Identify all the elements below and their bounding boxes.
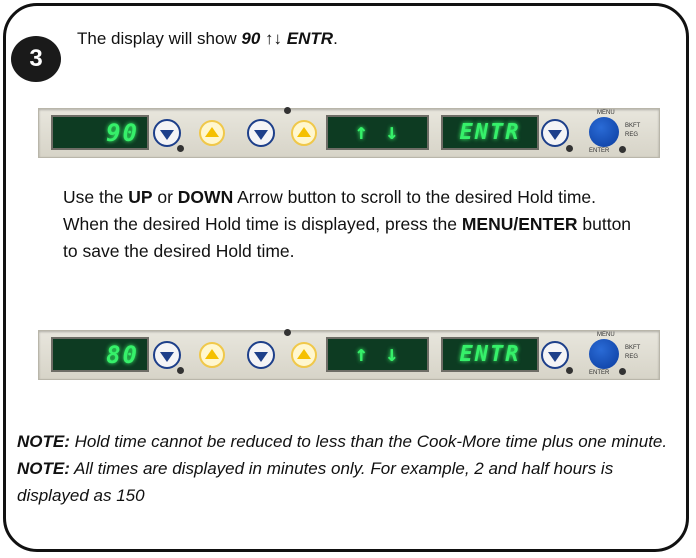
menu-enter-keyword: MENU/ENTER xyxy=(461,214,578,234)
step-number: 3 xyxy=(29,45,43,72)
number-display: 80 xyxy=(51,337,149,372)
note-text: Hold time cannot be reduced to less than… xyxy=(69,432,668,451)
status-led xyxy=(284,329,291,336)
down-arrow-button[interactable] xyxy=(247,119,275,147)
step-text-suffix: . xyxy=(333,29,338,48)
down-arrow-button[interactable] xyxy=(247,341,275,369)
up-arrow-button[interactable] xyxy=(291,120,317,146)
bkft-label: BKFT xyxy=(625,123,641,129)
status-led xyxy=(619,368,626,375)
menu-enter-button[interactable] xyxy=(589,339,619,369)
down-arrow-button[interactable] xyxy=(153,341,181,369)
down-arrow-button[interactable] xyxy=(541,119,569,147)
step-code-number: 90 xyxy=(241,29,261,48)
menu-label: MENU xyxy=(597,332,615,338)
status-led xyxy=(619,146,626,153)
status-led xyxy=(566,367,573,374)
up-keyword: UP xyxy=(128,187,153,207)
status-led xyxy=(566,145,573,152)
status-led xyxy=(177,145,184,152)
instr-text: or xyxy=(152,187,178,207)
enter-label: ENTER xyxy=(589,370,610,376)
control-panel-after: 80 ↑ ↓ ENTR MENU BKFT REG ENTER xyxy=(38,329,660,380)
text-display: ENTR xyxy=(441,337,539,372)
control-panel-before: 90 ↑ ↓ ENTR MENU BKFT REG ENTER xyxy=(38,107,660,158)
arrows-display: ↑ ↓ xyxy=(326,115,429,150)
step-heading: The display will show 90 ↑↓ ENTR. xyxy=(77,29,338,49)
instr-text: Use the xyxy=(63,187,129,207)
down-keyword: DOWN xyxy=(177,187,234,207)
up-arrow-button[interactable] xyxy=(199,120,225,146)
step-number-badge: 3 xyxy=(11,36,61,82)
reg-label: REG xyxy=(625,132,639,138)
note-paragraph: NOTE: Hold time cannot be reduced to les… xyxy=(17,428,677,509)
menu-label: MENU xyxy=(597,110,615,116)
text-display: ENTR xyxy=(441,115,539,150)
up-arrow-button[interactable] xyxy=(199,342,225,368)
menu-enter-button[interactable] xyxy=(589,117,619,147)
bkft-label: BKFT xyxy=(625,345,641,351)
number-display: 90 xyxy=(51,115,149,150)
enter-label: ENTER xyxy=(589,148,610,154)
note-label: NOTE: xyxy=(17,432,70,451)
status-led xyxy=(177,367,184,374)
up-arrow-button[interactable] xyxy=(291,342,317,368)
note-label: NOTE: xyxy=(17,459,70,478)
down-arrow-button[interactable] xyxy=(541,341,569,369)
instructions-paragraph: Use the UP or DOWN Arrow button to scrol… xyxy=(63,184,643,265)
reg-label: REG xyxy=(625,354,639,360)
step-text-prefix: The display will show xyxy=(77,29,242,48)
step-code-arrows: ↑↓ xyxy=(260,29,287,48)
arrows-display: ↑ ↓ xyxy=(326,337,429,372)
status-led xyxy=(284,107,291,114)
step-code-entr: ENTR xyxy=(286,29,334,48)
note-text: All times are displayed in minutes only.… xyxy=(17,459,614,505)
down-arrow-button[interactable] xyxy=(153,119,181,147)
